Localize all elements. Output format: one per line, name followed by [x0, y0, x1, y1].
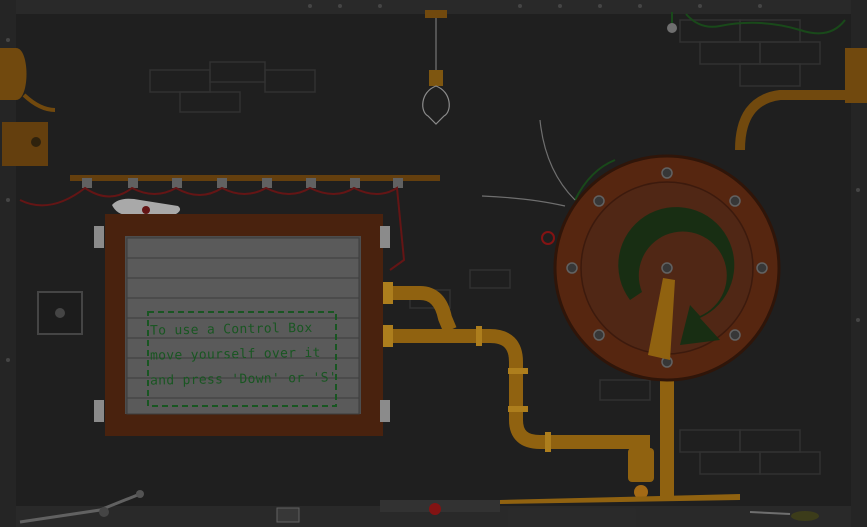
chain-ring	[667, 23, 677, 33]
pipe-clamps	[383, 282, 551, 452]
scroll-icon	[112, 198, 181, 216]
top-right-vine	[671, 12, 846, 35]
hook-shelf	[70, 175, 440, 181]
control-box-dial	[55, 308, 65, 318]
ceiling-light-bulb-icon	[422, 10, 450, 125]
pipe-valve[interactable]	[628, 448, 654, 482]
game-scene: To use a Control Box move yourself over …	[0, 0, 867, 527]
floor-puddle	[791, 511, 819, 521]
rotating-wheel[interactable]	[553, 154, 781, 382]
scene-artwork	[0, 0, 867, 527]
switch-knob	[31, 137, 41, 147]
gray-wires	[481, 119, 576, 207]
red-button-icon[interactable]	[429, 503, 441, 515]
red-wire-loop	[541, 231, 555, 245]
wall-switch-icon[interactable]	[2, 122, 48, 166]
floor-pipe	[500, 494, 740, 504]
